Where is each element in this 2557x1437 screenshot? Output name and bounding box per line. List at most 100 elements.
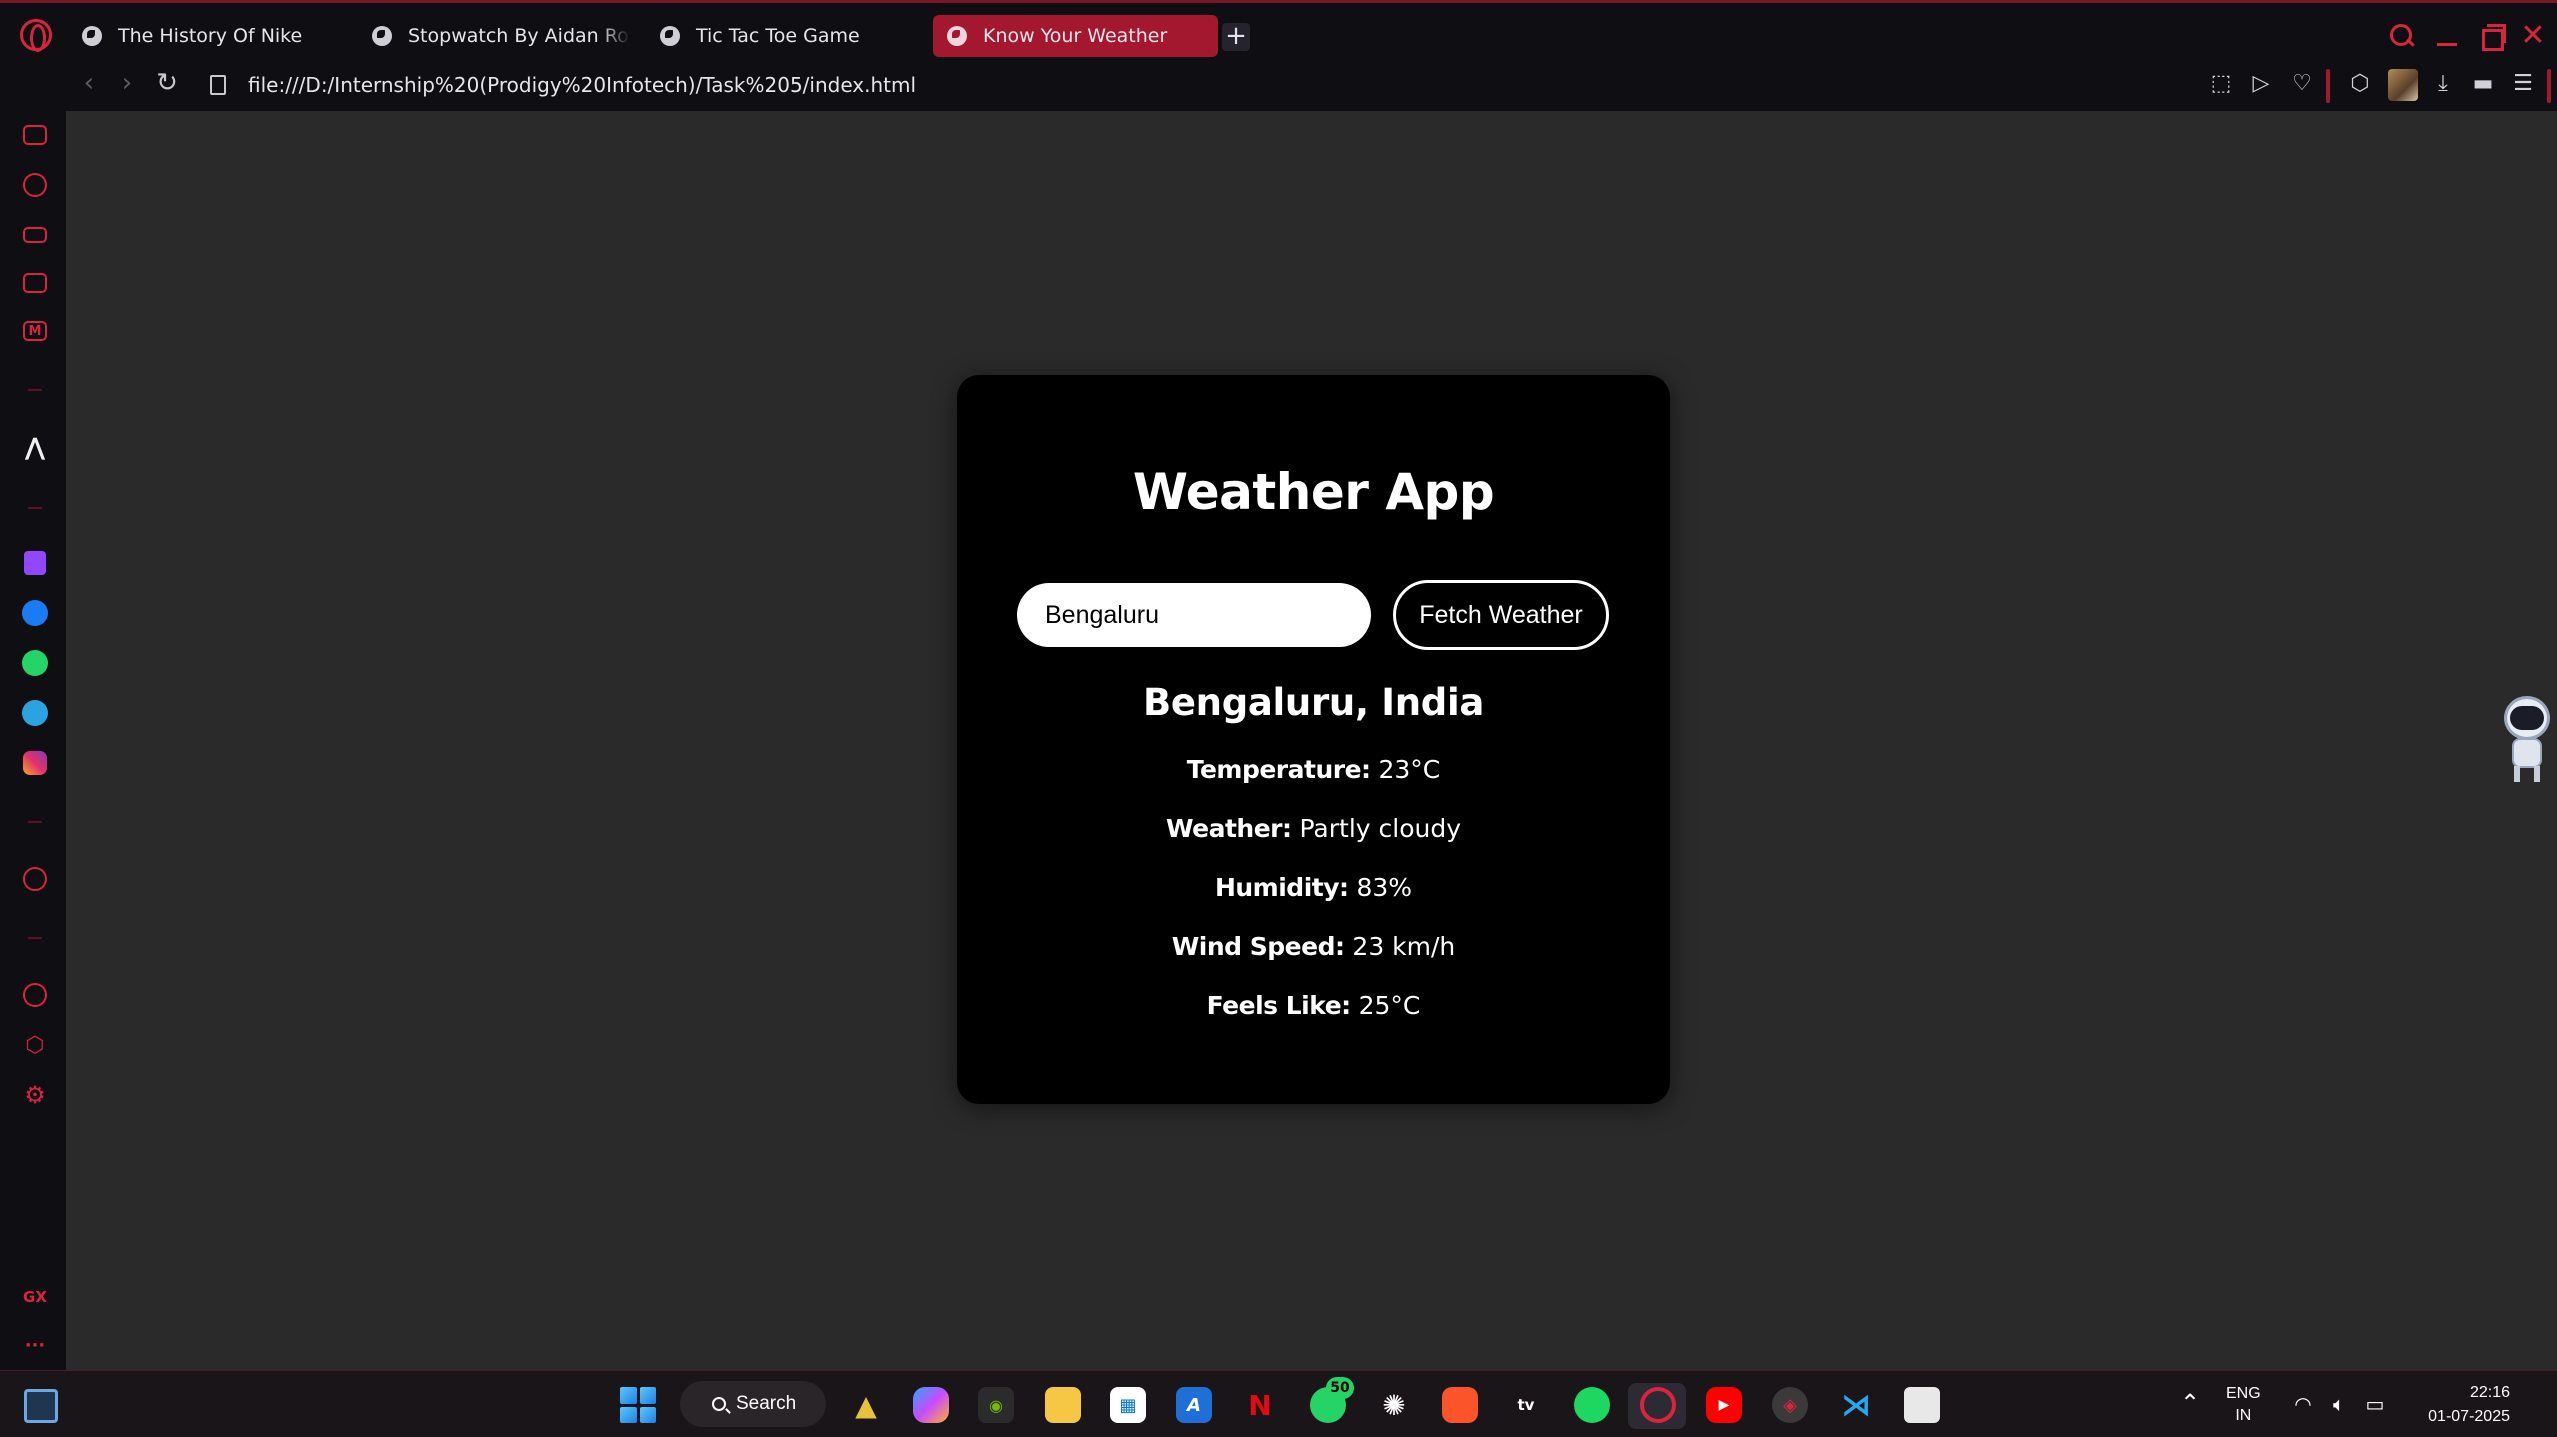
tab-label: Tic Tac Toe Game [696, 25, 860, 47]
vscode-icon[interactable]: ⋊ [1838, 1387, 1874, 1423]
tab-label: Stopwatch By Aidan Rodrigues [408, 25, 630, 47]
tab-history-of-nike[interactable]: The History Of Nike [68, 15, 338, 57]
info-value: 23°C [1378, 755, 1441, 784]
taskbar-search[interactable]: Search [680, 1381, 826, 1427]
widgets-icon[interactable] [24, 1389, 58, 1423]
opera-gx-logo-icon[interactable] [20, 19, 52, 52]
info-label: Wind Speed: [1171, 932, 1345, 961]
search-icon [712, 1397, 726, 1411]
close-icon[interactable]: ✕ [2518, 21, 2548, 51]
volume-icon[interactable]: 🔈︎ [2326, 1393, 2352, 1415]
info-value: 83% [1356, 873, 1413, 902]
download-icon[interactable]: ⤓ [2430, 71, 2456, 97]
globe-icon [372, 26, 392, 46]
history-clock-icon[interactable] [21, 981, 49, 1009]
forward-button[interactable]: › [112, 69, 142, 99]
bookmark-heart-icon[interactable]: ♡ [2289, 71, 2315, 97]
location-heading: Bengaluru, India [1142, 681, 1485, 724]
spotify-icon[interactable] [1574, 1387, 1610, 1423]
messenger-icon[interactable] [21, 599, 49, 627]
astronaut-mascot-icon[interactable] [2500, 692, 2554, 786]
settings-gear-icon[interactable]: ⚙ [21, 1081, 49, 1109]
youtube-icon[interactable]: ▶ [1706, 1387, 1742, 1423]
aria-ai-icon[interactable]: ⋀ [21, 433, 49, 461]
info-label: Weather: [1165, 814, 1292, 843]
player-send-icon[interactable]: ▷ [2248, 71, 2274, 97]
speed-gauge-icon[interactable] [21, 171, 49, 199]
weather-card: Weather App Fetch Weather Bengaluru, Ind… [957, 375, 1670, 1104]
address-bar[interactable]: file:///D:/Internship%20(Prodigy%20Infot… [248, 73, 916, 97]
app-triangle-icon[interactable]: ▲ [848, 1387, 884, 1423]
extensions-icon[interactable]: ⬡ [21, 1031, 49, 1059]
tab-tic-tac-toe[interactable]: Tic Tac Toe Game [646, 15, 916, 57]
twitch-icon[interactable] [21, 549, 49, 577]
netflix-icon[interactable]: N [1242, 1387, 1278, 1423]
globe-icon [82, 26, 102, 46]
info-label: Feels Like: [1206, 991, 1352, 1020]
file-explorer-icon[interactable] [1045, 1387, 1081, 1423]
sidebar-more-icon[interactable]: ··· [21, 1331, 49, 1359]
info-value: 23 km/h [1352, 932, 1456, 961]
temperature-row: Temperature: 23°C [957, 755, 1670, 784]
notification-badge: 50 [1326, 1377, 1354, 1399]
copilot-icon[interactable] [913, 1387, 949, 1423]
new-tab-button[interactable]: + [1222, 23, 1250, 51]
gx-corner-label[interactable]: GX [21, 1283, 49, 1311]
app-a-icon[interactable]: A [1176, 1387, 1212, 1423]
browser-toolbar: The History Of Nike Stopwatch By Aidan R… [0, 0, 2557, 111]
tab-search-icon[interactable] [2386, 21, 2416, 51]
chatgpt-icon[interactable]: ✺ [1376, 1387, 1412, 1423]
opera-gx-taskbar-icon[interactable] [1640, 1387, 1676, 1423]
wallpaper-icon[interactable] [21, 269, 49, 297]
page-title: Weather App [1132, 463, 1495, 521]
humidity-row: Humidity: 83% [957, 873, 1670, 902]
music-player-icon[interactable] [21, 865, 49, 893]
whatsapp-icon[interactable] [21, 649, 49, 677]
cleaner-icon[interactable] [21, 221, 49, 249]
tab-label: Know Your Weather [983, 25, 1168, 47]
clock-time: 22:16 [2469, 1384, 2510, 1401]
chevron-up-icon[interactable]: ⌃ [2180, 1389, 2200, 1417]
battery-icon[interactable]: ▭ [2362, 1393, 2388, 1415]
reload-icon[interactable]: ↻ [152, 69, 182, 99]
snipping-tool-icon[interactable] [1904, 1387, 1940, 1423]
back-button[interactable]: ‹ [74, 69, 104, 99]
microsoft-store-icon[interactable]: ▦ [1110, 1387, 1146, 1423]
extensions-icon[interactable]: ⬡ [2347, 71, 2373, 97]
tab-know-your-weather[interactable]: Know Your Weather [933, 15, 1218, 57]
brave-icon[interactable] [1442, 1387, 1478, 1423]
tab-label: The History Of Nike [118, 25, 303, 47]
feels-like-row: Feels Like: 25°C [957, 991, 1670, 1020]
telegram-icon[interactable] [21, 699, 49, 727]
instagram-icon[interactable] [21, 749, 49, 777]
wind-speed-row: Wind Speed: 23 km/h [957, 932, 1670, 961]
tab-stopwatch[interactable]: Stopwatch By Aidan Rodrigues [358, 15, 630, 57]
weather-row: Weather: Partly cloudy [957, 814, 1670, 843]
city-input[interactable] [1017, 583, 1371, 647]
file-page-icon [210, 75, 226, 95]
snapshot-icon[interactable]: ⬚ [2208, 71, 2234, 97]
sidebar: M ⋀ ⬡ ⚙ GX ··· [0, 111, 66, 1370]
mods-icon[interactable]: M [21, 317, 49, 345]
apple-tv-icon[interactable]: tv [1508, 1387, 1544, 1423]
info-value: Partly cloudy [1299, 814, 1462, 843]
minimize-button[interactable] [2432, 21, 2462, 51]
game-controller-icon[interactable] [21, 121, 49, 149]
security-app-icon[interactable]: ◈ [1772, 1387, 1808, 1423]
system-clock[interactable]: 22:16 01-07-2025 [2400, 1381, 2510, 1429]
info-value: 25°C [1358, 991, 1421, 1020]
profile-avatar[interactable] [2388, 69, 2418, 101]
page-viewport: Weather App Fetch Weather Bengaluru, Ind… [66, 111, 2557, 1370]
nvidia-icon[interactable]: ◉ [978, 1387, 1014, 1423]
start-menu-icon[interactable] [620, 1387, 656, 1423]
windows-taskbar: Search ▲ ◉ ▦ A N 50 ✺ tv ▶ ◈ ⋊ ⌃ ENG IN … [0, 1370, 2557, 1437]
battery-saver-icon[interactable]: ▬ [2470, 71, 2496, 97]
taskbar-search-label: Search [736, 1393, 797, 1414]
restore-button[interactable] [2476, 21, 2506, 51]
language-indicator[interactable]: ENG IN [2226, 1383, 2261, 1427]
fetch-weather-button[interactable]: Fetch Weather [1393, 580, 1609, 650]
globe-icon [660, 26, 680, 46]
info-label: Temperature: [1186, 755, 1371, 784]
wifi-icon[interactable]: ◠ [2290, 1393, 2316, 1415]
easy-setup-menu-icon[interactable]: ☰ [2510, 71, 2536, 97]
